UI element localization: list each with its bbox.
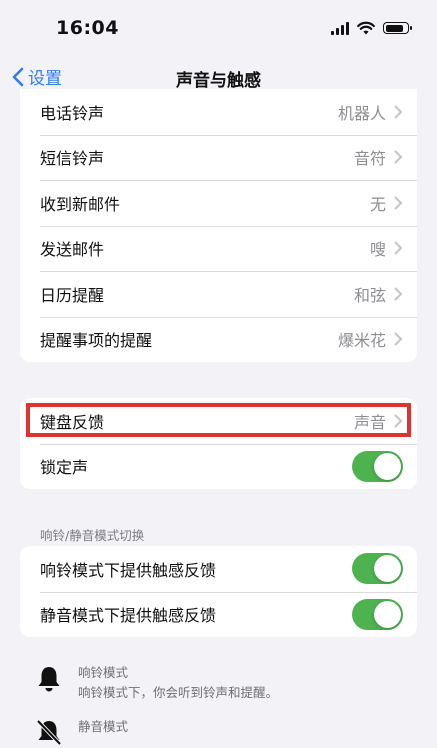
wifi-icon [357,21,375,35]
row-label: 短信铃声 [40,149,105,169]
chevron-right-icon [394,196,403,210]
row-value: 爆米花 [337,331,386,351]
row-label: 日历提醒 [40,285,105,305]
row-value: 无 [369,194,386,214]
ringtone-row-reminder[interactable]: 提醒事项的提醒 爆米花 [20,316,417,363]
row-label: 电话铃声 [40,103,105,123]
toggle-knob [374,600,401,628]
bell-slash-icon [36,719,62,746]
chevron-right-icon [394,287,403,301]
lock-sound-toggle[interactable] [352,450,403,482]
silent-haptics-toggle[interactable] [352,598,403,630]
row-label: 响铃模式下提供触感反馈 [40,560,217,580]
row-value: 音符 [353,149,386,169]
chevron-right-icon [394,150,403,164]
section-header-haptics: 响铃/静音模式切换 [40,528,145,543]
cellular-signal-icon [331,21,349,35]
chevron-right-icon [394,414,403,428]
row-value: 机器人 [337,103,386,123]
status-time: 16:04 [56,17,119,39]
chevron-right-icon [394,332,403,346]
row-value: 嗖 [369,240,386,260]
status-bar: 16:04 [0,0,437,58]
row-value: 声音 [353,412,386,432]
chevron-right-icon [394,241,403,255]
ring-haptics-row: 响铃模式下提供触感反馈 [20,546,417,592]
silent-mode-title: 静音模式 [78,719,129,734]
ringtone-row-new-mail[interactable]: 收到新邮件 无 [20,180,417,226]
row-label: 静音模式下提供触感反馈 [40,606,217,626]
system-sounds-group: 键盘反馈 声音 锁定声 [20,398,417,489]
silent-haptics-row: 静音模式下提供触感反馈 [20,591,417,638]
ring-mode-description: 响铃模式下，你会听到铃声和提醒。 [78,685,279,700]
toggle-knob [374,452,401,480]
battery-icon [383,22,412,34]
row-label: 提醒事项的提醒 [40,331,153,351]
row-value: 和弦 [353,285,386,305]
bell-icon [38,667,60,692]
haptics-group: 响铃模式下提供触感反馈 静音模式下提供触感反馈 [20,546,417,637]
status-icons [331,21,412,35]
toggle-knob [374,555,401,583]
ring-mode-title: 响铃模式 [78,665,129,680]
ringtone-row-sent-mail[interactable]: 发送邮件 嗖 [20,225,417,272]
ringtone-row-calendar[interactable]: 日历提醒 和弦 [20,271,417,317]
chevron-right-icon [394,105,403,119]
ringtones-group: 电话铃声 机器人 短信铃声 音符 收到新邮件 无 发送邮件 嗖 日历提醒 和弦 … [20,89,417,362]
battery-fill [385,24,403,32]
ringtone-row-phone[interactable]: 电话铃声 机器人 [20,89,417,135]
ring-haptics-toggle[interactable] [352,553,403,585]
row-label: 发送邮件 [40,240,105,260]
keyboard-feedback-row[interactable]: 键盘反馈 声音 [20,398,417,444]
ringtone-row-text[interactable]: 短信铃声 音符 [20,134,417,181]
lock-sound-row: 锁定声 [20,443,417,490]
row-label: 锁定声 [40,458,89,478]
row-label: 收到新邮件 [40,194,121,214]
page-title: 声音与触感 [176,71,261,91]
row-label: 键盘反馈 [40,412,105,432]
